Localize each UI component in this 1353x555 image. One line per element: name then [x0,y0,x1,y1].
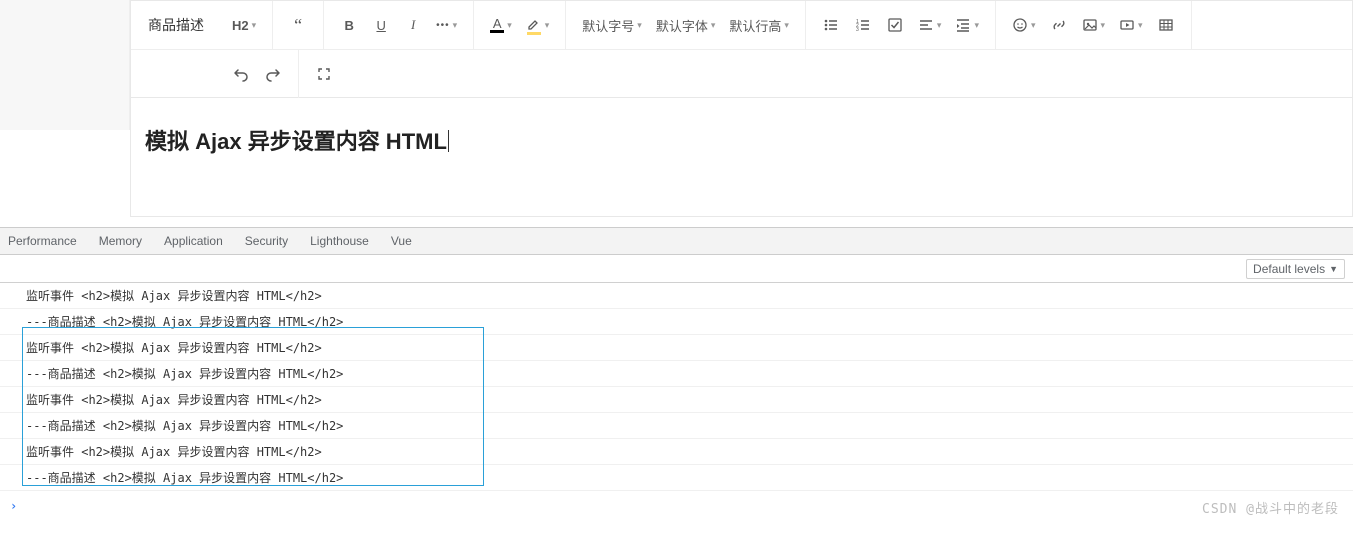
font-family-selector[interactable]: 默认字体▾ [650,10,722,40]
console-log-line: 监听事件 <h2>模拟 Ajax 异步设置内容 HTML</h2> [0,387,1353,413]
undo-icon [233,66,249,82]
list-ol-icon: 123 [855,17,871,33]
redo-button[interactable] [258,59,288,89]
fullscreen-icon [316,66,332,82]
link-icon [1051,17,1067,33]
unordered-list-button[interactable] [816,10,846,40]
watermark: CSDN @战斗中的老段 [1202,498,1339,517]
underline-button[interactable]: U [366,10,396,40]
bg-color-button[interactable]: ▾ [520,10,556,40]
devtools-tab-performance[interactable]: Performance [8,234,77,248]
line-height-selector[interactable]: 默认行高▾ [723,10,795,40]
link-button[interactable] [1044,10,1074,40]
redo-icon [265,66,281,82]
ordered-list-button[interactable]: 123 [848,10,878,40]
sidebar-placeholder [0,0,130,130]
text-cursor [448,130,449,152]
console-log-line: ---商品描述 <h2>模拟 Ajax 异步设置内容 HTML</h2> [0,309,1353,335]
console-log-line: 监听事件 <h2>模拟 Ajax 异步设置内容 HTML</h2> [0,439,1353,465]
video-button[interactable]: ▾ [1113,10,1149,40]
log-levels-selector[interactable]: Default levels▼ [1246,259,1345,279]
font-size-selector[interactable]: 默认字号▾ [576,10,648,40]
todo-list-button[interactable] [880,10,910,40]
video-icon [1119,17,1135,33]
svg-text:3: 3 [856,27,859,33]
image-icon [1082,17,1098,33]
devtools-tab-security[interactable]: Security [245,234,288,248]
devtools-tab-lighthouse[interactable]: Lighthouse [310,234,369,248]
editor-content[interactable]: 模拟 Ajax 异步设置内容 HTML [131,98,1353,217]
rich-text-editor: 商品描述 H2▾ “ B U I [130,0,1353,217]
emoji-button[interactable]: ▾ [1006,10,1042,40]
align-button[interactable]: ▾ [912,10,948,40]
image-button[interactable]: ▾ [1076,10,1112,40]
devtools-tab-vue[interactable]: Vue [391,234,412,248]
console-prompt-icon[interactable]: › [10,499,17,513]
list-ul-icon [823,17,839,33]
devtools-tab-bar: Performance Memory Application Security … [0,227,1353,255]
align-left-icon [918,17,934,33]
bold-button[interactable]: B [334,10,364,40]
content-heading: 模拟 Ajax 异步设置内容 HTML [145,129,447,154]
fullscreen-button[interactable] [309,59,339,89]
italic-button[interactable]: I [398,10,428,40]
editor-field-label: 商品描述 [131,15,216,35]
console-log-line: ---商品描述 <h2>模拟 Ajax 异步设置内容 HTML</h2> [0,413,1353,439]
devtools-tab-memory[interactable]: Memory [99,234,142,248]
text-color-button[interactable]: A ▾ [484,10,518,40]
console-log-line: 监听事件 <h2>模拟 Ajax 异步设置内容 HTML</h2> [0,283,1353,309]
console-output: 监听事件 <h2>模拟 Ajax 异步设置内容 HTML</h2>---商品描述… [0,283,1353,521]
emoji-icon [1012,17,1028,33]
editor-toolbar: 商品描述 H2▾ “ B U I [131,0,1353,98]
console-log-line: ---商品描述 <h2>模拟 Ajax 异步设置内容 HTML</h2> [0,361,1353,387]
console-toolbar: Default levels▼ [0,255,1353,283]
indent-icon [955,17,971,33]
blockquote-button[interactable]: “ [283,10,313,40]
undo-button[interactable] [226,59,256,89]
more-inline-button[interactable]: •••▾ [430,10,463,40]
checkbox-icon [887,17,903,33]
console-log-line: 监听事件 <h2>模拟 Ajax 异步设置内容 HTML</h2> [0,335,1353,361]
table-icon [1158,17,1174,33]
table-button[interactable] [1151,10,1181,40]
indent-button[interactable]: ▾ [949,10,985,40]
devtools-tab-application[interactable]: Application [164,234,223,248]
heading-selector[interactable]: H2▾ [226,10,262,40]
console-log-line: ---商品描述 <h2>模拟 Ajax 异步设置内容 HTML</h2> [0,465,1353,491]
highlighter-icon [526,16,542,32]
